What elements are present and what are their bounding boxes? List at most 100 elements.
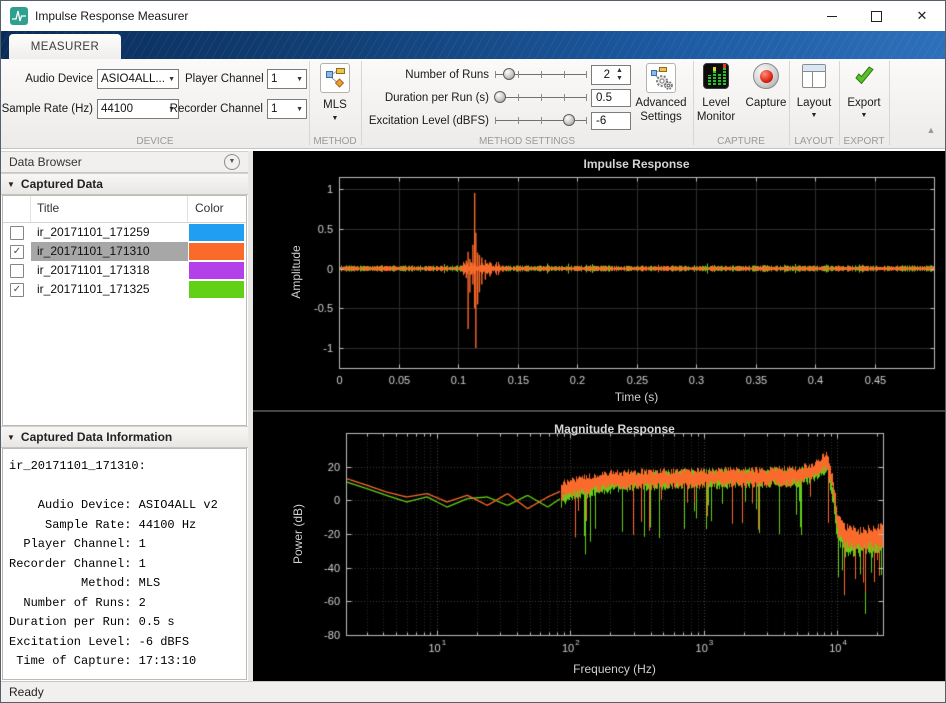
chevron-down-icon: ▼ xyxy=(296,76,303,83)
export-button[interactable]: Export ▼ xyxy=(837,61,891,133)
row-title[interactable]: ir_20171101_171310 xyxy=(31,242,188,261)
slider-thumb[interactable] xyxy=(503,68,515,80)
method-section-label: METHOD xyxy=(309,135,361,148)
collapse-triangle-icon: ▼ xyxy=(7,433,15,442)
chevron-down-icon: ▼ xyxy=(787,112,841,119)
table-row[interactable]: ✓ ir_20171101_171325 xyxy=(3,280,246,299)
row-checkbox[interactable]: ✓ xyxy=(10,245,24,259)
captured-data-header-label: Captured Data xyxy=(21,177,103,191)
table-row[interactable]: ✓ ir_20171101_171310 xyxy=(3,242,246,261)
row-color-swatch[interactable] xyxy=(189,281,244,298)
record-icon xyxy=(753,63,779,89)
method-settings-section-label: METHOD SETTINGS xyxy=(361,135,693,148)
audio-device-value: ASIO4ALL... xyxy=(101,73,166,85)
layout-label: Layout xyxy=(787,96,841,110)
row-title[interactable]: ir_20171101_171318 xyxy=(31,261,188,280)
checkbox-cell: ✓ xyxy=(3,242,31,261)
captured-data-information-text: ir_20171101_171310: Audio Device: ASIO4A… xyxy=(3,449,246,672)
app-icon xyxy=(10,7,28,30)
level-monitor-button[interactable]: Level Monitor xyxy=(689,61,743,133)
duration-per-run-field[interactable]: 0.5 xyxy=(591,89,631,107)
toolstrip: DEVICE METHOD METHOD SETTINGS CAPTURE LA… xyxy=(1,59,945,149)
level-monitor-label-line1: Level xyxy=(689,96,743,110)
title-column-header: Title xyxy=(31,196,188,222)
tab-bar: MEASURER ✂ ↶ ↷ ? ▼ xyxy=(1,31,945,59)
player-channel-value: 1 xyxy=(271,73,294,85)
audio-device-label: Audio Device xyxy=(5,72,93,86)
tab-measurer[interactable]: MEASURER xyxy=(9,34,121,59)
capture-section-label: CAPTURE xyxy=(693,135,789,148)
excitation-level-label: Excitation Level (dBFS) xyxy=(353,114,489,128)
number-of-runs-slider[interactable] xyxy=(495,67,587,81)
row-checkbox[interactable] xyxy=(10,264,24,278)
sample-rate-value: 44100 xyxy=(101,103,166,115)
mls-method-icon xyxy=(320,63,350,93)
maximize-button[interactable] xyxy=(854,1,899,31)
advanced-settings-button[interactable]: Advanced Settings xyxy=(629,61,693,133)
magnitude-response-plot xyxy=(253,412,946,681)
table-row[interactable]: ir_20171101_171318 xyxy=(3,261,246,280)
chevron-down-icon: ▼ xyxy=(837,112,891,119)
checkbox-cell xyxy=(3,223,31,242)
player-channel-label: Player Channel xyxy=(185,72,263,86)
impulse-response-ylabel: Amplitude xyxy=(289,242,303,302)
window-title: Impulse Response Measurer xyxy=(35,9,188,23)
slider-thumb[interactable] xyxy=(563,114,575,126)
advanced-settings-icon xyxy=(646,63,676,93)
magnitude-response-title: Magnitude Response xyxy=(346,422,883,436)
recorder-channel-select[interactable]: 1 ▼ xyxy=(267,99,307,119)
tab-measurer-label: MEASURER xyxy=(31,41,99,53)
row-color-swatch[interactable] xyxy=(189,262,244,279)
captured-data-section-header[interactable]: ▼ Captured Data xyxy=(1,173,248,195)
impulse-response-xlabel: Time (s) xyxy=(339,390,934,404)
duration-per-run-label: Duration per Run (s) xyxy=(353,91,489,105)
recorder-channel-value: 1 xyxy=(271,103,294,115)
collapse-toolstrip-icon[interactable]: ▲ xyxy=(923,125,939,135)
audio-device-select[interactable]: ASIO4ALL... ▼ xyxy=(97,69,179,89)
layout-icon xyxy=(802,64,826,88)
excitation-level-value: -6 xyxy=(596,115,606,127)
layout-button[interactable]: Layout ▼ xyxy=(787,61,841,133)
layout-section-label: LAYOUT xyxy=(789,135,839,148)
row-color-swatch[interactable] xyxy=(189,224,244,241)
row-checkbox[interactable] xyxy=(10,226,24,240)
row-color-swatch[interactable] xyxy=(189,243,244,260)
duration-per-run-slider[interactable] xyxy=(495,90,587,104)
level-monitor-label-line2: Monitor xyxy=(689,110,743,124)
excitation-level-slider[interactable] xyxy=(495,113,587,127)
excitation-level-field[interactable]: -6 xyxy=(591,112,631,130)
row-title[interactable]: ir_20171101_171325 xyxy=(31,280,188,299)
close-icon: ✕ xyxy=(917,8,928,24)
plot-area: Impulse Response Amplitude Time (s) Magn… xyxy=(253,151,946,681)
capture-button[interactable]: Capture xyxy=(739,61,793,133)
duration-per-run-value: 0.5 xyxy=(596,92,612,104)
number-of-runs-value: 2 xyxy=(596,69,610,81)
title-bar: Impulse Response Measurer ✕ xyxy=(1,1,945,31)
maximize-icon xyxy=(871,11,882,22)
row-checkbox[interactable]: ✓ xyxy=(10,283,24,297)
chevron-down-icon: ▼ xyxy=(168,76,175,83)
checkbox-cell: ✓ xyxy=(3,280,31,299)
player-channel-select[interactable]: 1 ▼ xyxy=(267,69,307,89)
row-title[interactable]: ir_20171101_171259 xyxy=(31,223,188,242)
advanced-settings-label-line2: Settings xyxy=(629,110,693,124)
table-row[interactable]: ir_20171101_171259 xyxy=(3,223,246,242)
export-label: Export xyxy=(837,96,891,110)
magnitude-response-xlabel: Frequency (Hz) xyxy=(346,662,883,676)
captured-data-information-label: Captured Data Information xyxy=(21,430,172,444)
advanced-settings-label-line1: Advanced xyxy=(629,96,693,110)
close-button[interactable]: ✕ xyxy=(899,1,945,31)
minimize-button[interactable] xyxy=(809,1,854,31)
captured-data-information-header[interactable]: ▼ Captured Data Information xyxy=(1,426,248,448)
slider-thumb[interactable] xyxy=(494,91,506,103)
number-of-runs-spinner[interactable]: 2 ▲▼ xyxy=(591,65,631,85)
data-browser-title: Data Browser xyxy=(9,155,82,169)
captured-data-information-panel: ir_20171101_171310: Audio Device: ASIO4A… xyxy=(2,448,247,680)
device-section-label: DEVICE xyxy=(1,135,309,148)
spinner-arrows-icon[interactable]: ▲▼ xyxy=(613,67,626,83)
app-window: Impulse Response Measurer ✕ MEASURER ✂ xyxy=(0,0,946,703)
number-of-runs-label: Number of Runs xyxy=(361,68,489,82)
impulse-response-title: Impulse Response xyxy=(339,157,934,171)
status-text: Ready xyxy=(9,685,44,699)
panel-menu-icon[interactable]: ▼ xyxy=(224,154,240,170)
